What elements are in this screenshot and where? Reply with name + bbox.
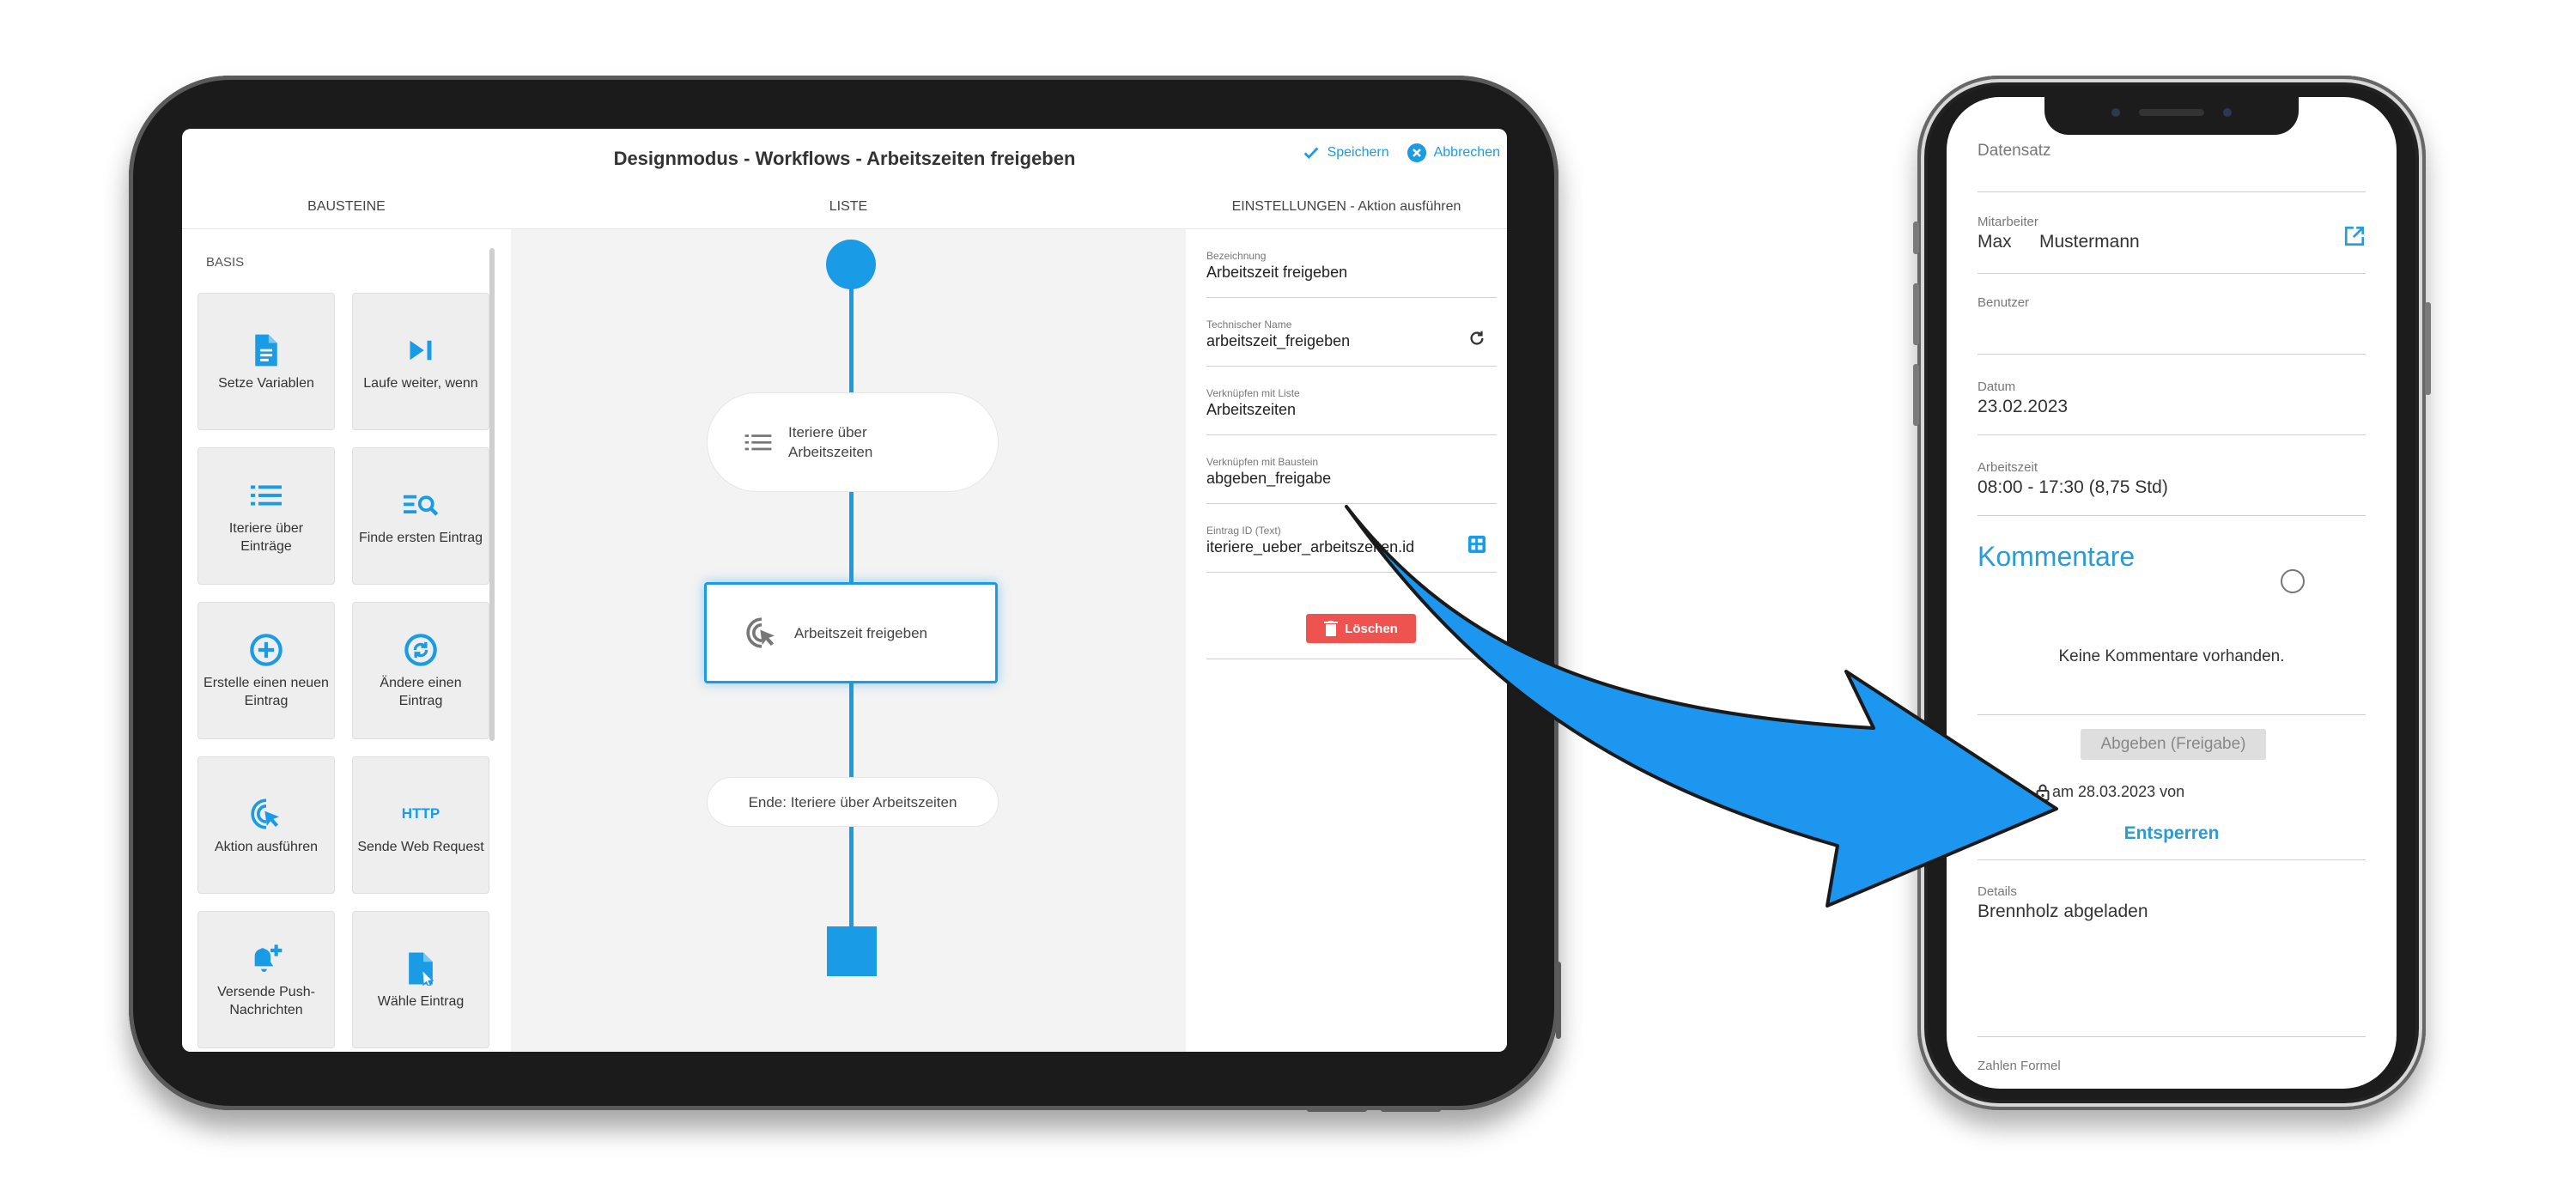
connection-arrow — [1345, 505, 2058, 908]
